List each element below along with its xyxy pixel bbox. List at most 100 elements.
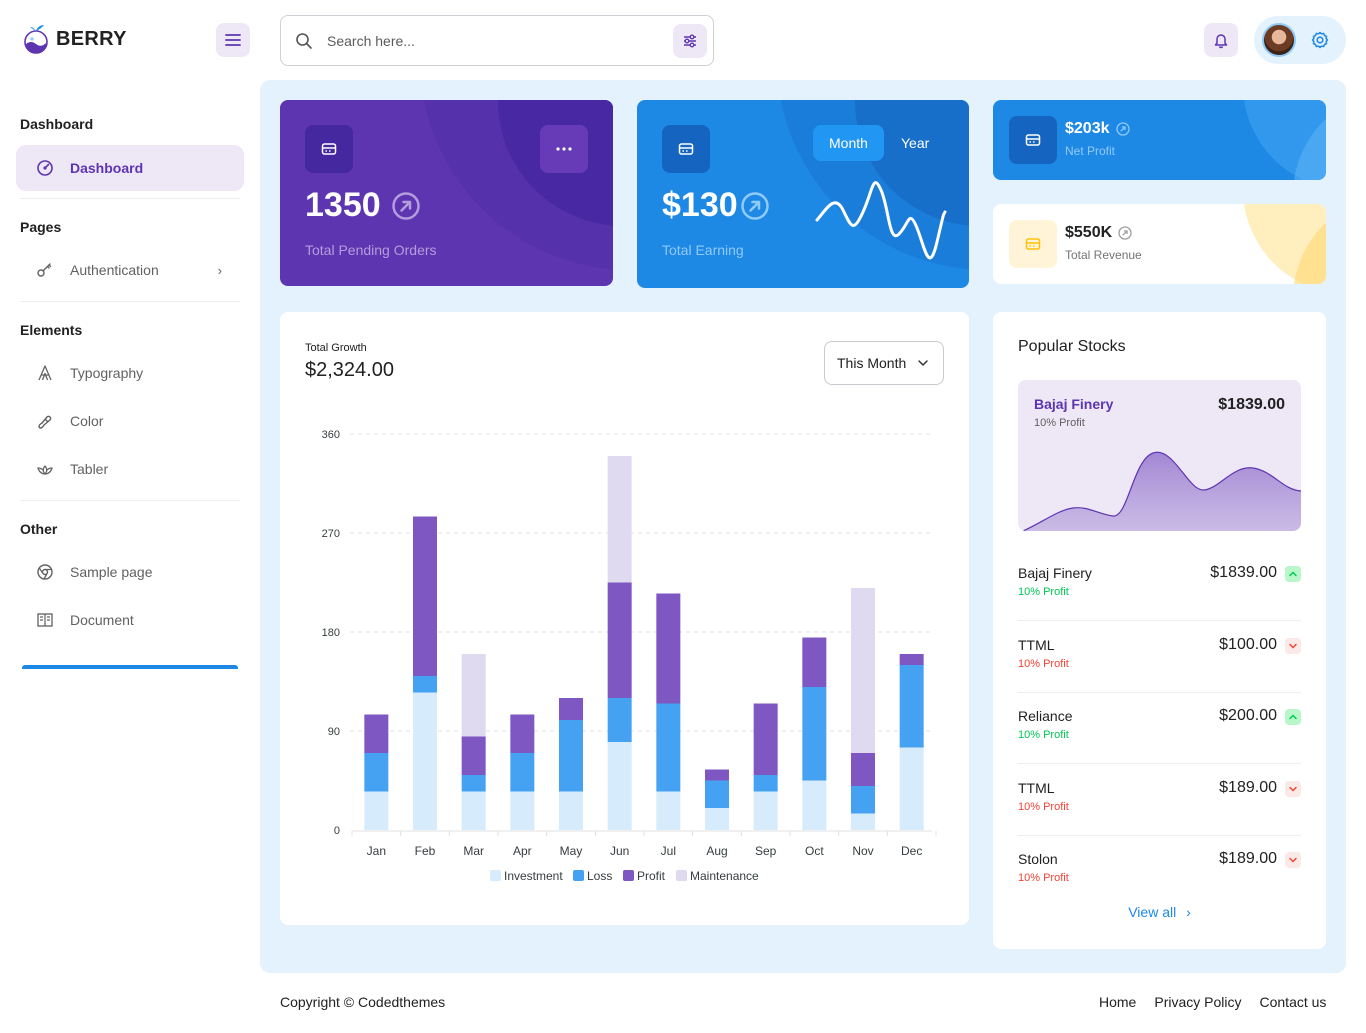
sidebar-item-color[interactable]: Color [16,398,244,444]
sidebar-item-dashboard[interactable]: Dashboard [16,145,244,191]
legend-label-profit: Profit [637,869,666,883]
earning-sparkline [815,181,947,260]
stock-profit: 10% Profit [1018,872,1069,884]
search-icon [296,32,312,49]
stock-row[interactable]: TTML 10% Profit $100.00 [1018,636,1301,708]
stock-name: Stolon [1018,851,1058,867]
bar-investment-jan [364,791,389,830]
sidebar-divider [20,198,240,199]
bar-loss-mar [461,775,486,792]
total-growth-card: 0 90 180 270 360 Jan Feb Mar Apr May Jun Jul Aug Sep O… [280,312,969,925]
trend-up-badge [1285,709,1301,725]
stock-row-divider [1018,691,1301,693]
card-more-button[interactable] [540,125,588,173]
user-avatar[interactable] [1262,23,1296,57]
legend-swatch-investment [490,870,501,881]
bar-loss-sep [753,775,778,792]
stock-name: Reliance [1018,708,1073,724]
sidebar-caption-pages: Pages [20,219,62,235]
bar-maintenance-jun [607,456,632,583]
stock-row[interactable]: TTML 10% Profit $189.00 [1018,779,1301,851]
featured-stock-card[interactable]: Bajaj Finery 10% Profit $1839.00 [1018,380,1301,531]
credit-card-icon [1025,134,1041,146]
card-icon-box [1009,116,1057,164]
total-earning-value: $130 [662,186,770,225]
bar-profit-nov [851,753,875,786]
legend-swatch-maintenance [676,870,687,881]
settings-gear-icon[interactable] [1310,30,1330,50]
sidebar-item-label: Tabler [70,461,109,477]
x-tick-label: Nov [852,844,873,858]
sidebar-item-sample-page[interactable]: Sample page [16,549,244,595]
view-all-link[interactable]: View all › [993,904,1326,920]
total-revenue-card: $550K Total Revenue [993,204,1326,284]
bar-investment-dec [899,747,924,830]
footer-link-privacy[interactable]: Privacy Policy [1154,994,1241,1010]
footer-link-home[interactable]: Home [1099,994,1136,1010]
pending-orders-label: Total Pending Orders [305,242,437,258]
stock-row[interactable]: Reliance 10% Profit $200.00 [1018,707,1301,779]
bar-investment-may [559,791,583,830]
footer-link-contact[interactable]: Contact us [1260,994,1327,1010]
bar-investment-nov [851,813,875,830]
bar-investment-oct [802,780,827,830]
x-tick-label: Dec [901,844,922,858]
legend-label-investment: Investment [504,869,563,883]
pending-orders-card: 1350 Total Pending Orders [280,100,613,286]
x-tick-label: Feb [415,844,436,858]
bar-profit-jul [656,593,681,704]
chevron-right-icon: › [1186,904,1191,920]
period-select[interactable]: This Month [824,341,944,385]
bar-loss-apr [510,753,535,792]
bar-loss-may [559,720,583,792]
trend-down-badge [1285,852,1301,868]
pending-orders-value: 1350 [305,186,421,225]
chevron-up-icon [1289,571,1297,577]
x-tick-label: Jul [661,844,676,858]
sidebar-item-label: Document [70,612,134,628]
search-filter-button[interactable] [673,23,707,58]
legend-swatch-loss [573,870,584,881]
bar-loss-nov [851,786,875,814]
net-profit-value: $203k [1065,120,1130,138]
brand-logo[interactable]: BERRY [22,22,127,56]
bar-profit-jan [364,714,389,753]
chevron-down-icon [1289,786,1297,792]
palette-brush-icon [38,415,52,429]
search-bar [280,15,714,66]
toggle-year[interactable]: Year [885,125,945,161]
sidebar-item-document[interactable]: Document [16,597,244,643]
bell-icon [1214,34,1228,49]
trend-down-badge [1285,780,1301,797]
legend-label-maintenance: Maintenance [690,869,759,883]
sidebar-item-typography[interactable]: Typography [16,350,244,396]
sidebar-item-authentication[interactable]: Authentication › [16,247,244,293]
dashboard-icon [37,160,53,176]
x-tick-label: Aug [706,844,727,858]
bar-loss-jul [656,703,681,792]
bar-loss-aug [705,780,729,808]
search-input[interactable] [327,32,673,49]
x-tick-label: May [560,844,583,858]
x-tick-label: Jan [367,844,386,858]
book-icon [37,613,53,627]
footer-copyright: Copyright © Codedthemes [280,994,446,1010]
stock-price: $1839.00 [1210,564,1277,581]
profile-menu-button[interactable] [1254,16,1346,64]
menu-toggle-button[interactable] [216,23,250,57]
chevron-down-icon [1289,643,1297,649]
notifications-button[interactable] [1204,23,1238,57]
total-earning-card: Month Year $130 Total Earning [637,100,969,288]
credit-card-icon [1025,238,1041,250]
stock-row[interactable]: Bajaj Finery 10% Profit $1839.00 [1018,564,1301,636]
legend-label-loss: Loss [587,869,612,883]
sidebar-divider [20,301,240,302]
stock-profit: 10% Profit [1018,729,1069,741]
sidebar-item-tabler[interactable]: Tabler [16,446,244,492]
sidebar: Dashboard Dashboard Pages Authentication… [0,80,260,1033]
toggle-month[interactable]: Month [813,125,884,161]
chevron-down-icon [1289,857,1297,863]
bar-investment-apr [510,791,535,830]
arrow-up-right-circle-icon [740,191,769,220]
sidebar-caption-other: Other [20,521,58,537]
